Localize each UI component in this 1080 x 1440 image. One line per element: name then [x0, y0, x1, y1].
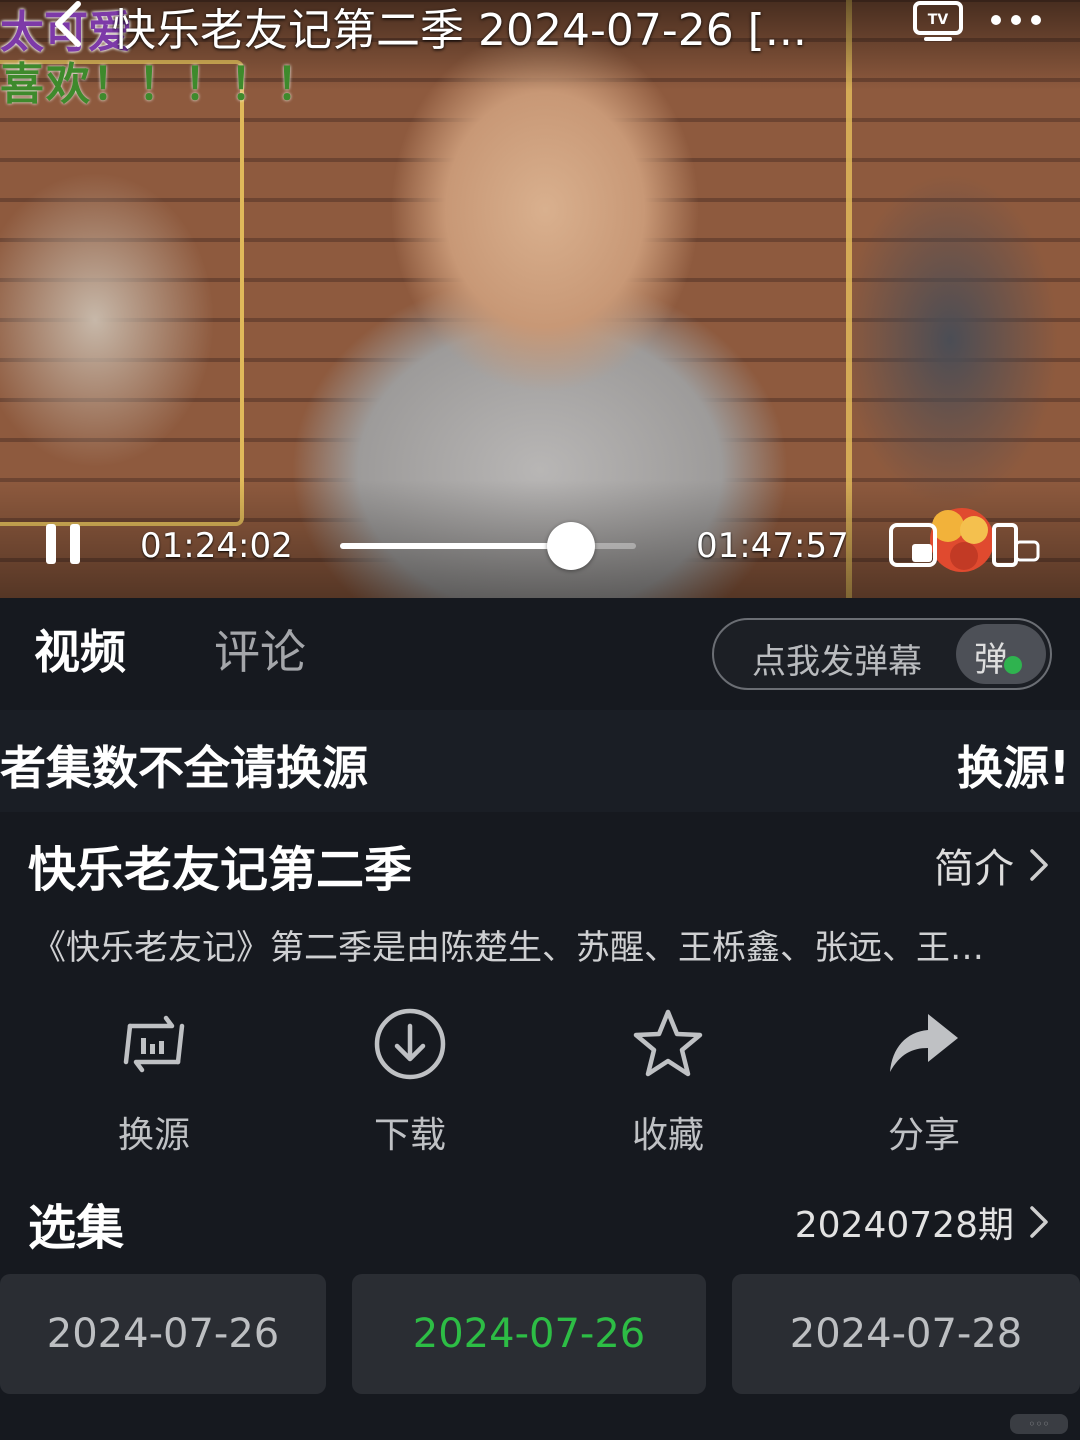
svg-text:TV: TV — [928, 12, 949, 28]
episode-item-selected[interactable]: 2024-07-26 — [352, 1274, 706, 1394]
show-description: 《快乐老友记》第二季是由陈楚生、苏醒、王栎鑫、张远、王… — [32, 928, 984, 968]
pause-icon[interactable] — [44, 520, 82, 568]
video-title: 快乐老友记第二季 2024-07-26 [... — [112, 5, 807, 56]
danmu-toggle-button[interactable]: 弹 — [956, 624, 1046, 684]
danmu-input[interactable]: 点我发弹幕 弹 — [712, 618, 1052, 690]
notice-text: 者集数不全请换源 — [0, 741, 368, 795]
intro-label: 简介 — [934, 846, 1014, 892]
download-icon — [374, 1008, 446, 1080]
video-inset-frame — [0, 60, 244, 526]
download-button[interactable]: 下载 — [310, 1000, 510, 1158]
current-time: 01:24:02 — [140, 526, 293, 566]
tab-comments[interactable]: 评论 — [214, 616, 306, 682]
back-icon[interactable] — [42, 0, 102, 50]
switch-source-button[interactable]: 换源 — [54, 1000, 254, 1158]
action-row: 换源 下载 收藏 分享 — [0, 1000, 1080, 1160]
danmu-placeholder: 点我发弹幕 — [752, 642, 922, 682]
chevron-right-icon — [1030, 1206, 1048, 1238]
share-label: 分享 — [887, 1115, 960, 1156]
episodes-title: 选集 — [28, 1200, 125, 1256]
episode-item[interactable]: 2024-07-28 — [732, 1274, 1080, 1394]
progress-fill — [340, 543, 571, 549]
progress-handle[interactable] — [546, 522, 595, 570]
share-icon — [890, 1014, 958, 1072]
picture-in-picture-icon[interactable] — [888, 522, 940, 568]
notice-banner: 者集数不全请换源 换源! — [0, 710, 1080, 812]
switch-source-icon — [123, 1015, 185, 1073]
danmu-toggle-label: 弹 — [974, 640, 1008, 680]
intro-button[interactable]: 简介 — [934, 836, 1050, 894]
chevron-right-icon — [1030, 849, 1048, 881]
favorite-label: 收藏 — [631, 1115, 704, 1156]
switch-source-label: 换源 — [117, 1115, 190, 1156]
watermark-logo: ◦◦◦ — [1010, 1414, 1068, 1434]
video-player[interactable]: 太可爱 喜欢！！！！！ 快乐老友记第二季 2024-07-26 [... TV … — [0, 0, 1080, 598]
share-button[interactable]: 分享 — [824, 1000, 1024, 1158]
tab-bar: 视频 评论 点我发弹幕 弹 — [0, 598, 1080, 710]
rotate-screen-icon[interactable] — [990, 522, 1042, 568]
favorite-star-icon — [633, 1009, 703, 1077]
tv-cast-icon[interactable]: TV — [912, 0, 964, 42]
total-time: 01:47:57 — [696, 526, 849, 566]
episode-item[interactable]: 2024-07-26 — [0, 1274, 326, 1394]
download-label: 下载 — [373, 1115, 446, 1156]
episodes-all-link[interactable]: 20240728期 — [795, 1196, 1050, 1248]
favorite-button[interactable]: 收藏 — [568, 1000, 768, 1158]
progress-slider[interactable] — [340, 522, 636, 570]
show-title: 快乐老友记第二季 — [28, 842, 413, 898]
current-episode-label: 20240728期 — [794, 1205, 1014, 1246]
tab-video[interactable]: 视频 — [34, 616, 126, 682]
more-icon[interactable] — [986, 4, 1046, 34]
notice-switch-link[interactable]: 换源! — [957, 732, 1070, 798]
danmu-enabled-check-icon — [1002, 654, 1024, 676]
